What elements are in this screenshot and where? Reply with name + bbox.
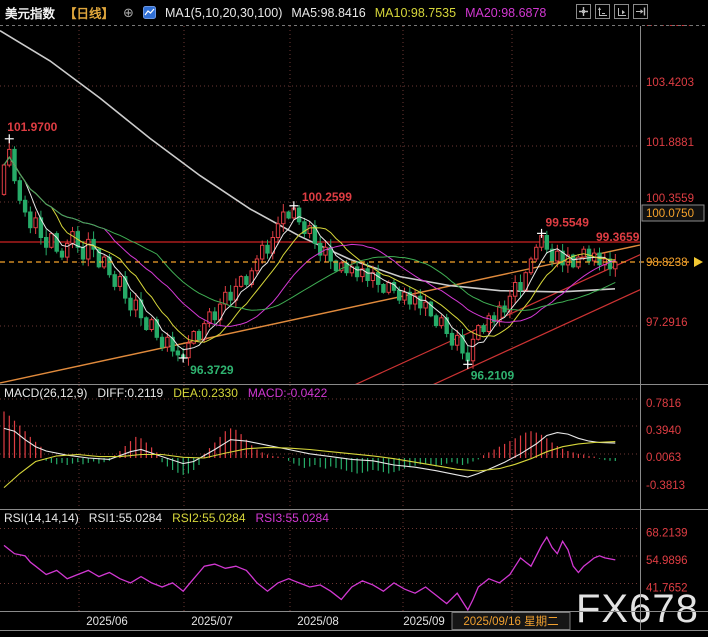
chart-toolbar [576, 4, 648, 19]
trading-chart-window: FX678 104.9525103.4203101.8881100.355997… [0, 0, 708, 637]
price-axis: 104.9525103.4203101.8881100.355997.29161… [642, 17, 704, 595]
svg-text:2025/08: 2025/08 [297, 616, 339, 628]
rsi-label-row: RSI(14,14,14) RSI1:55.0284 RSI2:55.0284 … [4, 511, 329, 525]
macd-label-row: MACD(26,12,9) DIFF:0.2119 DEA:0.2330 MAC… [4, 386, 327, 400]
symbol-name: 美元指数 [5, 3, 55, 22]
svg-text:2025/06: 2025/06 [86, 616, 128, 628]
rsi1-value: RSI1:55.0284 [89, 511, 162, 525]
macd-dea-value: DEA:0.2330 [173, 386, 238, 400]
svg-text:101.9700: 101.9700 [7, 120, 57, 134]
svg-text:-0.3813: -0.3813 [646, 480, 685, 492]
svg-text:0.7816: 0.7816 [646, 398, 681, 410]
main-chart-canvas[interactable] [0, 31, 646, 387]
rsi2-value: RSI2:55.0284 [172, 511, 245, 525]
svg-text:2025/07: 2025/07 [191, 616, 233, 628]
period-label: 【日线】 [64, 3, 114, 22]
chart-type-icon[interactable] [143, 6, 156, 19]
svg-text:68.2139: 68.2139 [646, 528, 688, 540]
svg-text:96.2109: 96.2109 [471, 368, 515, 382]
reset-position-icon[interactable] [576, 4, 591, 19]
panel-frame [0, 26, 708, 631]
svg-text:54.9896: 54.9896 [646, 555, 688, 567]
svg-text:96.3729: 96.3729 [190, 363, 234, 377]
svg-text:97.2916: 97.2916 [646, 317, 688, 329]
svg-text:99.3659: 99.3659 [596, 230, 640, 244]
svg-text:2025/09: 2025/09 [403, 616, 445, 628]
ma-legend: MA1(5,10,20,30,100) [165, 6, 282, 20]
svg-text:0.3940: 0.3940 [646, 425, 681, 437]
svg-text:103.4203: 103.4203 [646, 77, 694, 89]
svg-text:99.5549: 99.5549 [546, 215, 590, 229]
macd-canvas[interactable] [4, 412, 615, 488]
svg-text:98.8238: 98.8238 [646, 257, 688, 269]
chart-canvas[interactable]: FX678 104.9525103.4203101.8881100.355997… [0, 0, 708, 637]
time-axis: 2025/06 2025/07 2025/08 2025/09 2025/09/16 星… [86, 613, 570, 630]
ma5-value: MA5:98.8416 [291, 6, 365, 20]
rsi-title: RSI(14,14,14) [4, 511, 79, 525]
svg-text:41.7652: 41.7652 [646, 583, 688, 595]
macd-value: MACD:-0.0422 [248, 386, 327, 400]
svg-text:100.2599: 100.2599 [302, 190, 352, 204]
rsi3-value: RSI3:55.0284 [256, 511, 329, 525]
ma20-value: MA20:98.6878 [465, 6, 546, 20]
pan-right-icon[interactable] [633, 4, 648, 19]
svg-text:100.3559: 100.3559 [646, 193, 694, 205]
svg-text:101.8881: 101.8881 [646, 137, 694, 149]
ma10-value: MA10:98.7535 [375, 6, 456, 20]
add-indicator-icon[interactable]: ⊕ [123, 5, 134, 21]
macd-title: MACD(26,12,9) [4, 386, 87, 400]
zoom-out-icon[interactable] [614, 4, 629, 19]
macd-diff-value: DIFF:0.2119 [97, 386, 163, 400]
svg-text:2025/09/16 星期二: 2025/09/16 星期二 [463, 615, 558, 628]
svg-text:100.0750: 100.0750 [646, 208, 694, 220]
svg-text:0.0063: 0.0063 [646, 452, 681, 464]
zoom-in-icon[interactable] [595, 4, 610, 19]
